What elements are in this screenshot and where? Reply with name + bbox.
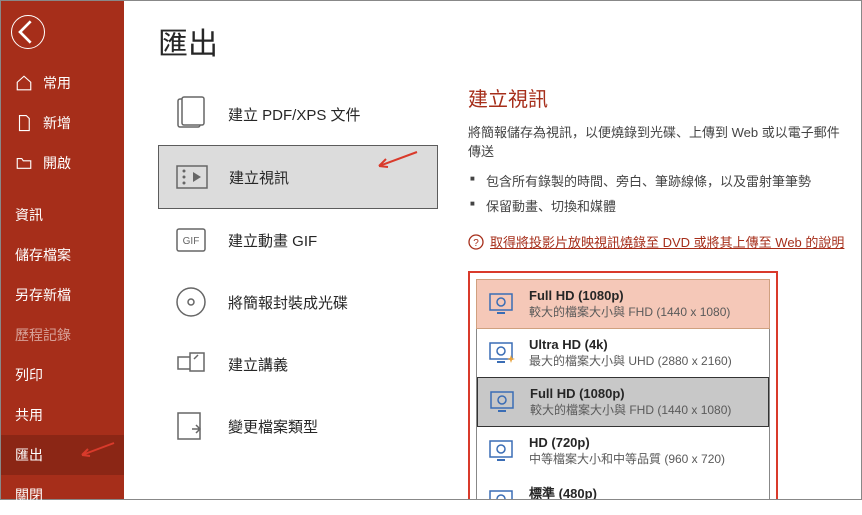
nav-label: 常用	[43, 73, 71, 93]
monitor-icon	[487, 487, 515, 499]
export-video[interactable]: 建立視訊	[158, 145, 438, 209]
monitor-icon	[487, 290, 515, 318]
nav-new[interactable]: 新增	[1, 103, 124, 143]
nav-print[interactable]: 列印	[1, 355, 124, 395]
option-title: 標準 (480p)	[529, 483, 737, 499]
nav-label: 資訊	[15, 205, 43, 225]
option-title: Ultra HD (4k)	[529, 337, 732, 352]
nav-label: 新增	[43, 113, 71, 133]
export-handout[interactable]: 建立講義	[158, 333, 438, 395]
option-title: Full HD (1080p)	[530, 386, 731, 401]
export-disc[interactable]: 將簡報封裝成光碟	[158, 271, 438, 333]
main-panel: 匯出 建立 PDF/XPS 文件 建立視訊 GIF 建立動畫 GIF	[124, 1, 861, 499]
change-type-icon	[172, 407, 210, 445]
svg-text:GIF: GIF	[183, 236, 200, 247]
export-change-type[interactable]: 變更檔案類型	[158, 395, 438, 457]
quality-option-hd[interactable]: HD (720p) 中等檔案大小和中等品質 (960 x 720)	[477, 427, 769, 475]
monitor-icon	[487, 339, 515, 367]
handout-icon	[172, 345, 210, 383]
nav-save[interactable]: 儲存檔案	[1, 235, 124, 275]
folder-icon	[15, 154, 33, 172]
export-label: 建立講義	[228, 354, 288, 375]
svg-text:?: ?	[473, 238, 479, 249]
export-label: 建立 PDF/XPS 文件	[228, 104, 361, 125]
pdf-icon	[172, 95, 210, 133]
nav-close[interactable]: 關閉	[1, 475, 124, 515]
quality-dropdown-list: Ultra HD (4k) 最大的檔案大小與 UHD (2880 x 2160)…	[476, 329, 770, 499]
page-title: 匯出	[158, 19, 861, 63]
export-detail-panel: 建立視訊 將簡報儲存為視訊，以便燒錄到光碟、上傳到 Web 或以電子郵件傳送 包…	[468, 83, 861, 499]
help-icon: ?	[468, 234, 484, 250]
nav-export[interactable]: 匯出	[1, 435, 124, 475]
quality-dropdown[interactable]: Full HD (1080p) 較大的檔案大小與 FHD (1440 x 108…	[476, 279, 770, 329]
nav-label: 開啟	[43, 153, 71, 173]
nav-label: 歷程記錄	[15, 325, 71, 345]
arrow-left-icon	[12, 16, 44, 48]
option-title: HD (720p)	[529, 435, 725, 450]
export-gif[interactable]: GIF 建立動畫 GIF	[158, 209, 438, 271]
annotation-arrow-icon	[373, 150, 419, 170]
nav-label: 共用	[15, 405, 43, 425]
export-type-list: 建立 PDF/XPS 文件 建立視訊 GIF 建立動畫 GIF 將簡報封裝成光碟	[158, 83, 438, 499]
quality-option-fhd[interactable]: Full HD (1080p) 較大的檔案大小與 FHD (1440 x 108…	[477, 377, 769, 427]
gif-icon: GIF	[172, 221, 210, 259]
bullet-item: 保留動畫、切換和媒體	[468, 193, 851, 218]
disc-icon	[172, 283, 210, 321]
help-link-row: ? 取得將投影片放映視訊燒錄至 DVD 或將其上傳至 Web 的說明	[468, 232, 851, 251]
nav-label: 關閉	[15, 485, 43, 505]
nav-saveas[interactable]: 另存新檔	[1, 275, 124, 315]
nav-open[interactable]: 開啟	[1, 143, 124, 183]
option-sub: 最大的檔案大小與 UHD (2880 x 2160)	[529, 352, 732, 369]
nav-share[interactable]: 共用	[1, 395, 124, 435]
home-icon	[15, 74, 33, 92]
monitor-icon	[488, 388, 516, 416]
export-label: 變更檔案類型	[228, 416, 318, 437]
option-sub: 中等檔案大小和中等品質 (960 x 720)	[529, 450, 725, 467]
detail-bullets: 包含所有錄製的時間、旁白、筆跡線條，以及雷射筆筆勢 保留動畫、切換和媒體	[468, 168, 851, 218]
bullet-item: 包含所有錄製的時間、旁白、筆跡線條，以及雷射筆筆勢	[468, 168, 851, 193]
detail-desc: 將簡報儲存為視訊，以便燒錄到光碟、上傳到 Web 或以電子郵件傳送	[468, 122, 851, 160]
dd-selected-title: Full HD (1080p)	[529, 288, 730, 303]
nav-label: 列印	[15, 365, 43, 385]
annotation-arrow-icon	[76, 441, 116, 459]
nav-label: 匯出	[15, 445, 43, 465]
nav-info[interactable]: 資訊	[1, 195, 124, 235]
option-sub: 較大的檔案大小與 FHD (1440 x 1080)	[530, 401, 731, 418]
help-link[interactable]: 取得將投影片放映視訊燒錄至 DVD 或將其上傳至 Web 的說明	[490, 232, 844, 251]
quality-option-uhd[interactable]: Ultra HD (4k) 最大的檔案大小與 UHD (2880 x 2160)	[477, 329, 769, 377]
nav-home[interactable]: 常用	[1, 63, 124, 103]
monitor-icon	[487, 437, 515, 465]
export-label: 建立動畫 GIF	[228, 230, 317, 251]
video-icon	[173, 158, 211, 196]
export-pdf[interactable]: 建立 PDF/XPS 文件	[158, 83, 438, 145]
nav-label: 儲存檔案	[15, 245, 71, 265]
nav-label: 另存新檔	[15, 285, 71, 305]
export-label: 建立視訊	[229, 167, 289, 188]
document-icon	[15, 114, 33, 132]
back-button[interactable]	[11, 15, 45, 49]
dd-selected-sub: 較大的檔案大小與 FHD (1440 x 1080)	[529, 303, 730, 320]
quality-option-sd[interactable]: 標準 (480p) 最小的檔案大小和最低品質 (640 x 480)	[477, 475, 769, 499]
detail-title: 建立視訊	[468, 83, 851, 112]
quality-dropdown-highlight: Full HD (1080p) 較大的檔案大小與 FHD (1440 x 108…	[468, 271, 778, 499]
export-label: 將簡報封裝成光碟	[228, 292, 348, 313]
nav-history: 歷程記錄	[1, 315, 124, 355]
backstage-sidebar: 常用 新增 開啟 資訊 儲存檔案 另存新檔 歷程記錄 列印 共用 匯出 關閉	[1, 1, 124, 499]
